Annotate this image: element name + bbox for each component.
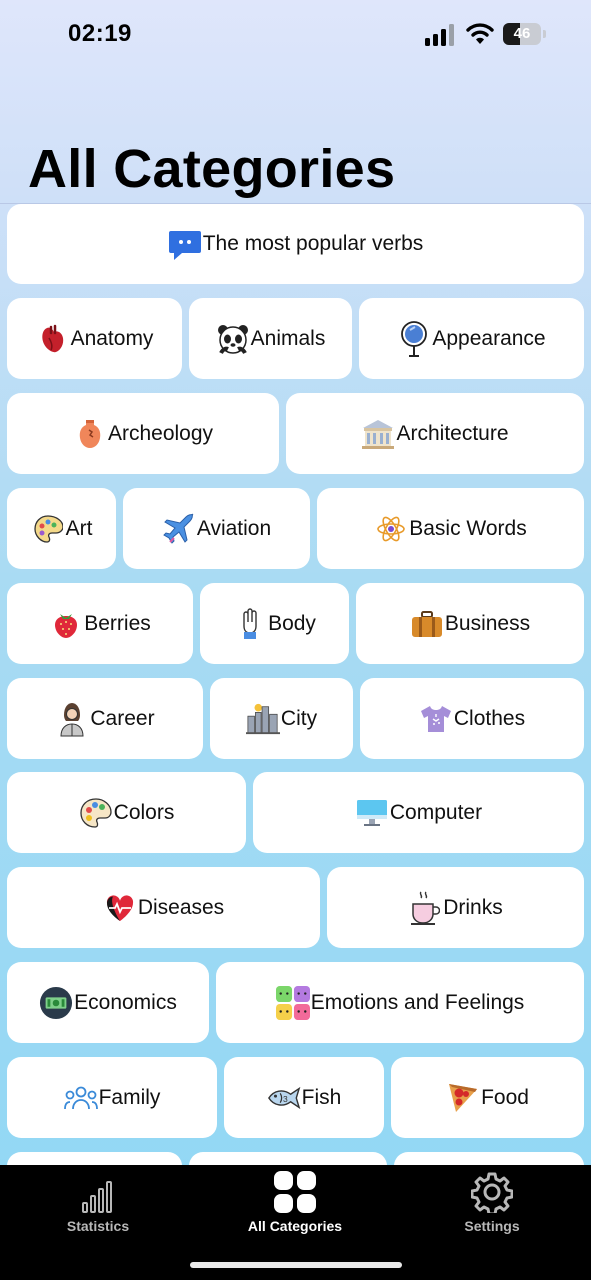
tab-settings[interactable]: Settings <box>432 1165 552 1245</box>
category-card[interactable]: Appearance <box>359 298 584 379</box>
money-icon <box>39 986 73 1020</box>
category-label: Aviation <box>196 516 272 540</box>
category-card[interactable]: Art <box>7 488 116 569</box>
category-label: Economics <box>74 990 177 1014</box>
category-card[interactable]: City <box>210 678 353 759</box>
amphora-icon <box>73 417 107 451</box>
pizza-icon <box>446 1081 480 1115</box>
hand-mirror-icon <box>397 320 431 357</box>
category-card[interactable]: Aviation <box>123 488 310 569</box>
category-card[interactable]: Architecture <box>286 393 584 474</box>
category-label: Colors <box>113 800 175 824</box>
category-card[interactable]: Body <box>200 583 349 664</box>
category-label: Body <box>268 611 316 635</box>
anatomical-heart-icon <box>36 322 70 356</box>
paint-palette-icon <box>79 796 113 830</box>
category-card-partial[interactable] <box>189 1152 387 1165</box>
category-label: City <box>280 706 318 730</box>
airplane-icon <box>162 512 196 546</box>
header-divider <box>0 203 591 204</box>
classical-building-icon <box>361 417 395 451</box>
category-card-partial[interactable] <box>394 1152 584 1165</box>
people-group-icon <box>63 1081 98 1115</box>
tab-statistics[interactable]: Statistics <box>38 1165 158 1245</box>
cityscape-icon <box>245 702 280 736</box>
category-card[interactable]: 3 Fish <box>224 1057 384 1138</box>
category-label: Drinks <box>443 895 503 919</box>
category-label: Diseases <box>137 895 225 919</box>
speech-bubble-icon <box>168 227 202 261</box>
category-card[interactable]: Economics <box>7 962 209 1043</box>
category-label: Fish <box>301 1085 342 1109</box>
emotion-faces-icon <box>275 985 310 1020</box>
heart-pulse-icon <box>103 891 137 925</box>
panda-icon <box>216 322 250 356</box>
home-indicator <box>190 1262 402 1268</box>
gear-icon <box>471 1172 513 1213</box>
atom-icon <box>374 512 408 546</box>
businesswoman-icon <box>55 702 89 736</box>
t-shirt-icon <box>419 702 453 736</box>
category-card[interactable]: Business <box>356 583 584 664</box>
raised-hand-icon <box>233 607 267 641</box>
category-card[interactable]: Career <box>7 678 203 759</box>
category-label: Career <box>90 706 155 730</box>
category-card[interactable]: Food <box>391 1057 584 1138</box>
tab-all-categories-label: All Categories <box>247 1218 343 1234</box>
category-card[interactable]: The most popular verbs <box>7 204 584 284</box>
category-label: Basic Words <box>409 516 527 540</box>
category-label: Clothes <box>453 706 526 730</box>
category-label: The most popular verbs <box>202 232 424 255</box>
category-label: Computer <box>389 800 483 824</box>
hot-cup-icon <box>408 891 442 925</box>
tab-statistics-label: Statistics <box>66 1218 130 1234</box>
tab-all-categories[interactable]: All Categories <box>235 1165 355 1245</box>
category-card[interactable]: Basic Words <box>317 488 584 569</box>
category-card[interactable]: Clothes <box>360 678 584 759</box>
category-label: Food <box>481 1085 529 1109</box>
palette-icon <box>31 512 65 546</box>
tab-settings-label: Settings <box>464 1218 520 1234</box>
category-grid[interactable]: The most popular verbs Anatomy Animals Appe… <box>0 0 591 1165</box>
bar-chart-icon <box>82 1181 112 1213</box>
category-label: Animals <box>250 326 326 350</box>
svg-text:3: 3 <box>283 1093 288 1103</box>
category-card[interactable]: Colors <box>7 772 246 853</box>
category-card[interactable]: Family <box>7 1057 217 1138</box>
category-label: Architecture <box>396 421 509 445</box>
category-label: Business <box>444 611 531 635</box>
briefcase-icon <box>410 607 444 641</box>
category-card[interactable]: Berries <box>7 583 193 664</box>
category-card[interactable]: Computer <box>253 772 584 853</box>
monitor-icon <box>355 796 389 830</box>
category-card[interactable]: Diseases <box>7 867 320 948</box>
category-label: Family <box>98 1085 161 1109</box>
category-card[interactable]: Animals <box>189 298 352 379</box>
category-label: Archeology <box>107 421 214 445</box>
category-label: Berries <box>84 611 151 635</box>
grid-icon <box>274 1171 316 1213</box>
category-label: Emotions and Feelings <box>310 990 525 1014</box>
category-card-partial[interactable] <box>7 1152 182 1165</box>
category-label: Art <box>65 516 93 540</box>
category-card[interactable]: Anatomy <box>7 298 182 379</box>
category-card[interactable]: Archeology <box>7 393 279 474</box>
fish-icon: 3 <box>267 1081 301 1115</box>
category-card[interactable]: Drinks <box>327 867 584 948</box>
category-label: Appearance <box>432 326 546 350</box>
category-card[interactable]: Emotions and Feelings <box>216 962 584 1043</box>
category-label: Anatomy <box>70 326 154 350</box>
strawberry-icon <box>49 607 83 641</box>
